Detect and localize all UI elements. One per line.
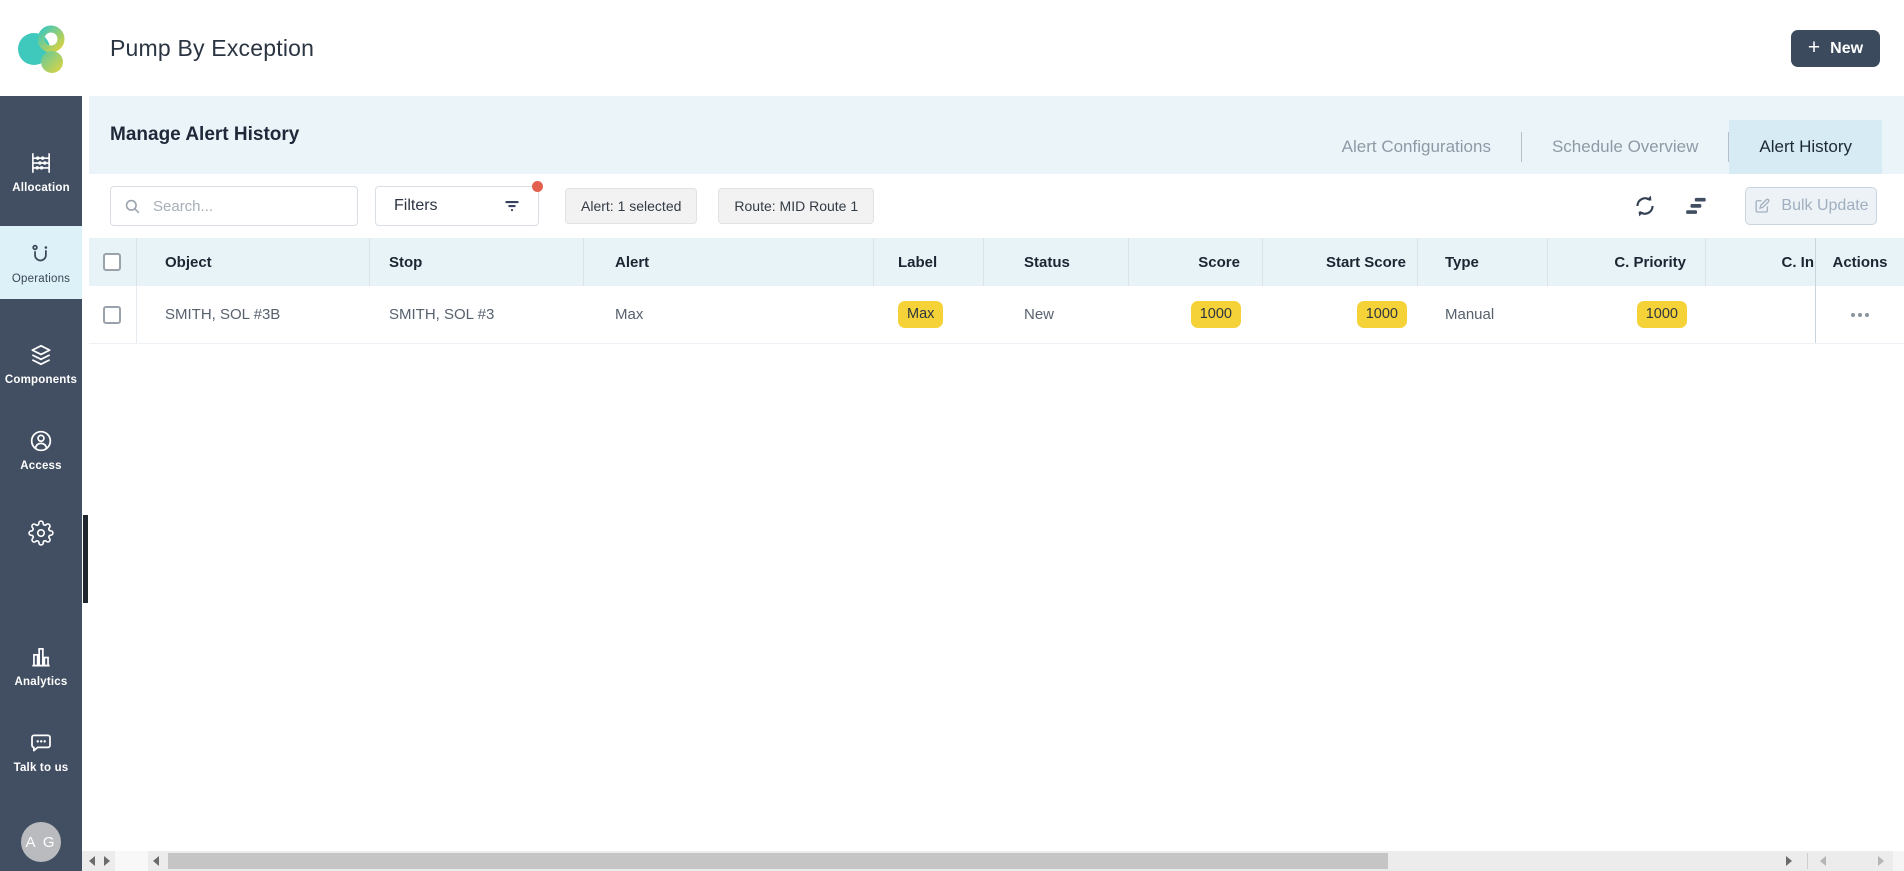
column-header-type[interactable]: Type — [1418, 238, 1548, 286]
search-icon — [123, 197, 142, 216]
row-checkbox[interactable] — [103, 306, 121, 324]
new-button-label: New — [1830, 40, 1863, 58]
app-root: Pump By Exception + New Allocation Opera… — [0, 0, 1904, 871]
scroll-left-arrow-icon[interactable] — [153, 856, 159, 866]
scrollbar-separator — [1807, 853, 1808, 869]
sidebar-item-label: Analytics — [15, 676, 68, 688]
gear-icon — [28, 520, 54, 546]
sidebar-item-label: Allocation — [12, 182, 70, 194]
tab-schedule-overview[interactable]: Schedule Overview — [1522, 120, 1728, 174]
sidebar: Allocation Operations Components Access — [0, 96, 82, 871]
row-actions-menu-button[interactable] — [1847, 307, 1873, 323]
label-badge: Max — [898, 301, 943, 328]
cell-start-score: 1000 — [1263, 286, 1418, 343]
bulk-update-button[interactable]: Bulk Update — [1745, 187, 1877, 225]
sidebar-item-label: Talk to us — [14, 762, 69, 774]
sidebar-item-allocation[interactable]: Allocation — [0, 150, 82, 194]
sidebar-item-components[interactable]: Components — [0, 342, 82, 386]
table-header: Object Stop Alert Label Status Score Sta… — [89, 238, 1904, 286]
scroll-left-arrow-icon[interactable] — [1820, 856, 1826, 866]
table-row: SMITH, SOL #3B SMITH, SOL #3 Max Max New… — [89, 286, 1904, 344]
filter-chip-route[interactable]: Route: MID Route 1 — [718, 188, 874, 224]
toolbar: Filters Alert: 1 selected Route: MID Rou… — [89, 174, 1904, 238]
column-header-c-priority[interactable]: C. Priority — [1548, 238, 1706, 286]
column-header-alert[interactable]: Alert — [584, 238, 874, 286]
bar-chart-icon — [28, 644, 54, 670]
header-checkbox-cell — [89, 238, 137, 286]
sidebar-item-label: Components — [5, 374, 77, 386]
row-checkbox-cell — [89, 286, 137, 343]
tab-bar: Alert Configurations Schedule Overview A… — [1312, 120, 1882, 174]
section-title: Manage Alert History — [110, 96, 299, 174]
cell-status: New — [984, 286, 1129, 343]
cell-alert: Max — [584, 286, 874, 343]
scroll-right-arrow-icon[interactable] — [1878, 856, 1884, 866]
horizontal-scrollbar[interactable] — [82, 851, 1904, 871]
brand-logo-icon — [13, 20, 69, 76]
column-header-stop[interactable]: Stop — [370, 238, 584, 286]
column-header-c-in[interactable]: C. In — [1706, 238, 1815, 286]
user-circle-icon — [28, 428, 54, 454]
cell-type: Manual — [1418, 286, 1548, 343]
column-header-object[interactable]: Object — [137, 238, 370, 286]
plus-icon: + — [1808, 37, 1820, 58]
column-header-actions: Actions — [1815, 238, 1904, 286]
app-logo — [0, 0, 82, 96]
steps-icon — [1684, 193, 1710, 219]
cell-object: SMITH, SOL #3B — [137, 286, 370, 343]
scroll-right-arrow-icon[interactable] — [1786, 856, 1792, 866]
refresh-icon — [1632, 193, 1658, 219]
scroll-right-arrow-icon[interactable] — [104, 856, 110, 866]
sidebar-item-label: Access — [20, 460, 61, 472]
cell-actions — [1815, 286, 1904, 343]
cell-c-priority: 1000 — [1548, 286, 1706, 343]
page-title: Pump By Exception — [110, 35, 314, 62]
density-button[interactable] — [1684, 193, 1710, 219]
edit-icon — [1753, 197, 1771, 215]
chat-bubble-icon — [28, 730, 54, 756]
user-avatar[interactable]: A G — [21, 822, 61, 862]
cell-score: 1000 — [1129, 286, 1263, 343]
search-box — [110, 186, 358, 226]
column-header-start-score[interactable]: Start Score — [1263, 238, 1418, 286]
cell-c-in — [1706, 286, 1815, 343]
sidebar-scrollbar-thumb[interactable] — [83, 515, 88, 603]
scrollbar-thumb[interactable] — [168, 853, 1388, 869]
section-band: Manage Alert History Alert Configuration… — [89, 96, 1904, 174]
sidebar-item-talk-to-us[interactable]: Talk to us — [0, 730, 82, 774]
sidebar-item-analytics[interactable]: Analytics — [0, 644, 82, 688]
sidebar-scrollbar[interactable] — [82, 96, 89, 851]
new-button[interactable]: + New — [1791, 30, 1880, 67]
search-input[interactable] — [151, 197, 347, 216]
start-score-badge: 1000 — [1357, 301, 1407, 328]
sidebar-item-access[interactable]: Access — [0, 428, 82, 472]
cell-stop: SMITH, SOL #3 — [370, 286, 584, 343]
filter-funnel-icon — [502, 196, 522, 216]
refresh-button[interactable] — [1632, 193, 1658, 219]
route-icon — [28, 241, 54, 267]
column-header-status[interactable]: Status — [984, 238, 1129, 286]
c-priority-badge: 1000 — [1637, 301, 1687, 328]
bulk-update-label: Bulk Update — [1781, 197, 1868, 215]
app-header: Pump By Exception + New — [0, 0, 1904, 96]
scrollbar-gap — [115, 851, 148, 871]
layers-icon — [28, 342, 54, 368]
filter-chip-alert[interactable]: Alert: 1 selected — [565, 188, 697, 224]
sidebar-item-operations[interactable]: Operations — [0, 226, 82, 299]
sidebar-item-settings[interactable] — [0, 520, 82, 546]
tab-alert-history[interactable]: Alert History — [1729, 120, 1882, 174]
column-header-score[interactable]: Score — [1129, 238, 1263, 286]
tab-alert-configurations[interactable]: Alert Configurations — [1312, 120, 1521, 174]
filters-notification-dot — [532, 181, 543, 192]
scrollbar-corner — [1893, 851, 1904, 871]
column-header-label[interactable]: Label — [874, 238, 984, 286]
filters-button[interactable]: Filters — [375, 186, 539, 226]
filters-label: Filters — [394, 197, 438, 215]
sidebar-item-label: Operations — [12, 273, 70, 285]
cell-label: Max — [874, 286, 984, 343]
abacus-icon — [28, 150, 54, 176]
score-badge: 1000 — [1191, 301, 1241, 328]
scroll-left-arrow-icon[interactable] — [89, 856, 95, 866]
select-all-checkbox[interactable] — [103, 253, 121, 271]
